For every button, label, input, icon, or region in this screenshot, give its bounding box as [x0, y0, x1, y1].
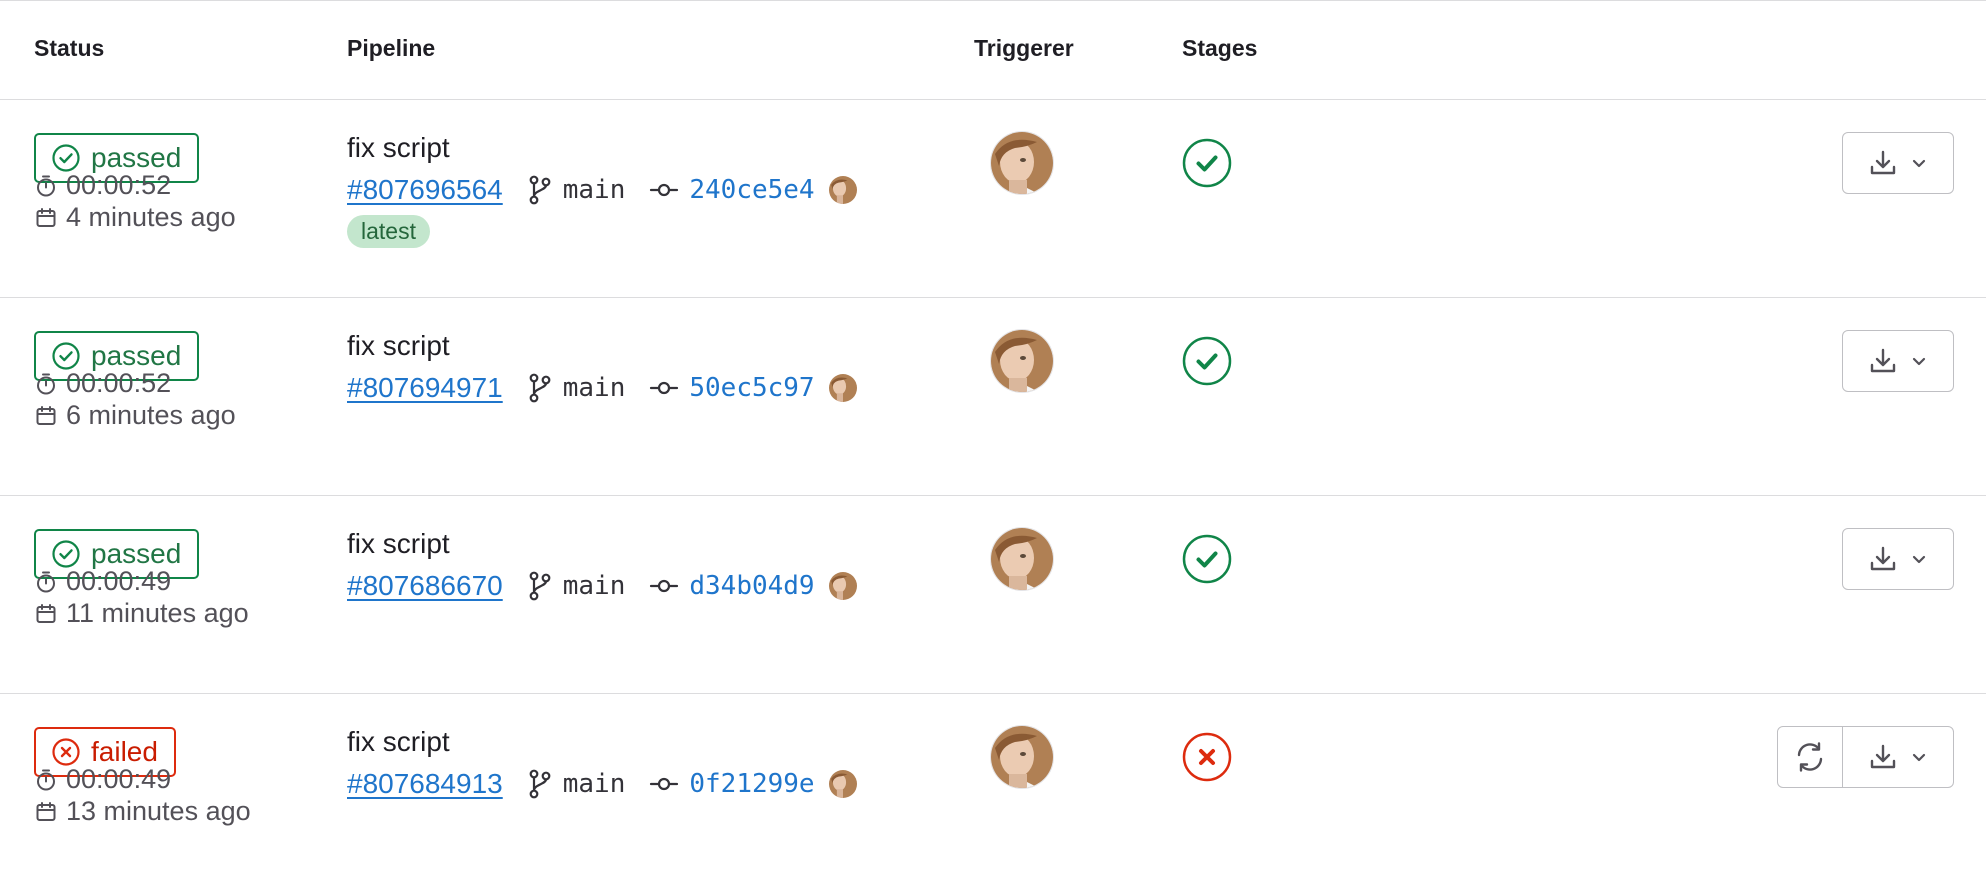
- branch-icon: [529, 175, 551, 205]
- timer-icon: [37, 571, 55, 592]
- pipeline-actions: [1842, 132, 1954, 194]
- pipeline-finished-time: 11 minutes ago: [34, 598, 249, 629]
- pipeline-finished-time: 6 minutes ago: [34, 400, 236, 431]
- commit-title: fix script: [347, 132, 450, 163]
- commit-author-avatar[interactable]: [828, 374, 857, 402]
- commit-sha-link[interactable]: d34b04d9: [689, 571, 814, 601]
- commit-icon: [650, 381, 679, 395]
- pipeline-finished-time: 4 minutes ago: [34, 202, 236, 233]
- check-circle-icon: [52, 144, 80, 172]
- branch-icon: [529, 373, 551, 403]
- pipeline-duration: 00:00:52: [34, 170, 171, 201]
- stage-failed-icon[interactable]: [1182, 732, 1232, 782]
- pipeline-actions: [1777, 726, 1954, 788]
- calendar-icon: [36, 207, 56, 227]
- timer-icon: [37, 175, 55, 196]
- check-circle-icon: [52, 540, 80, 568]
- download-artifacts-button[interactable]: [1843, 133, 1953, 193]
- commit-icon: [650, 579, 679, 593]
- pipeline-refs: #807694971 main 50ec5c97: [347, 368, 857, 408]
- download-artifacts-button[interactable]: [1843, 727, 1953, 787]
- pipeline-row: passed 00:00:49 11 minutes ago fix scrip…: [0, 496, 1986, 694]
- calendar-icon: [36, 603, 56, 623]
- pipelines-table: Status Pipeline Triggerer Stages passed …: [0, 0, 1986, 878]
- commit-author-avatar[interactable]: [828, 572, 857, 600]
- retry-icon: [1797, 742, 1823, 772]
- pipeline-finished-time: 13 minutes ago: [34, 796, 251, 827]
- chevron-down-icon: [1912, 159, 1926, 168]
- pipeline-id-link[interactable]: #807684913: [347, 768, 503, 800]
- timer-icon: [37, 373, 55, 394]
- commit-icon: [650, 183, 679, 197]
- stage-success-icon[interactable]: [1182, 534, 1232, 584]
- stage-success-icon[interactable]: [1182, 138, 1232, 188]
- retry-button[interactable]: [1778, 727, 1843, 787]
- commit-title: fix script: [347, 726, 450, 757]
- close-circle-icon: [52, 738, 80, 766]
- pipeline-refs: #807686670 main d34b04d9: [347, 566, 857, 606]
- pipeline-actions: [1842, 330, 1954, 392]
- branch-icon: [529, 571, 551, 601]
- download-icon: [1870, 348, 1896, 373]
- pipeline-row: passed 00:00:52 4 minutes ago fix script…: [0, 100, 1986, 298]
- triggerer-avatar[interactable]: [990, 329, 1054, 393]
- commit-icon: [650, 777, 679, 791]
- triggerer-avatar[interactable]: [990, 131, 1054, 195]
- commit-sha-link[interactable]: 50ec5c97: [689, 373, 814, 403]
- pipeline-row: passed 00:00:52 6 minutes ago fix script…: [0, 298, 1986, 496]
- branch-link[interactable]: main: [563, 373, 626, 403]
- commit-title: fix script: [347, 528, 450, 559]
- check-circle-icon: [52, 342, 80, 370]
- pipeline-duration: 00:00:52: [34, 368, 171, 399]
- triggerer-avatar[interactable]: [990, 725, 1054, 789]
- calendar-icon: [36, 801, 56, 821]
- download-artifacts-button[interactable]: [1843, 331, 1953, 391]
- triggerer-column-header: Triggerer: [974, 35, 1074, 61]
- commit-sha-link[interactable]: 0f21299e: [689, 769, 814, 799]
- chevron-down-icon: [1912, 357, 1926, 366]
- branch-icon: [529, 769, 551, 799]
- stages-column-header: Stages: [1182, 35, 1258, 61]
- commit-author-avatar[interactable]: [828, 770, 857, 798]
- pipeline-row: failed 00:00:49 13 minutes ago fix scrip…: [0, 694, 1986, 892]
- download-icon: [1870, 744, 1896, 769]
- commit-author-avatar[interactable]: [828, 176, 857, 204]
- pipeline-actions: [1842, 528, 1954, 590]
- pipeline-duration: 00:00:49: [34, 566, 171, 597]
- stage-success-icon[interactable]: [1182, 336, 1232, 386]
- download-icon: [1870, 546, 1896, 571]
- branch-link[interactable]: main: [563, 769, 626, 799]
- calendar-icon: [36, 405, 56, 425]
- timer-icon: [37, 769, 55, 790]
- pipeline-refs: #807696564 main 240ce5e4: [347, 170, 857, 210]
- triggerer-avatar[interactable]: [990, 527, 1054, 591]
- download-artifacts-button[interactable]: [1843, 529, 1953, 589]
- table-header: Status Pipeline Triggerer Stages: [0, 1, 1986, 100]
- download-icon: [1870, 150, 1896, 175]
- pipeline-id-link[interactable]: #807696564: [347, 174, 503, 206]
- chevron-down-icon: [1912, 555, 1926, 564]
- chevron-down-icon: [1912, 753, 1926, 762]
- status-column-header: Status: [34, 35, 105, 61]
- pipeline-column-header: Pipeline: [347, 35, 436, 61]
- pipeline-id-link[interactable]: #807686670: [347, 570, 503, 602]
- latest-tag: latest: [347, 215, 430, 248]
- commit-sha-link[interactable]: 240ce5e4: [689, 175, 814, 205]
- commit-title: fix script: [347, 330, 450, 361]
- branch-link[interactable]: main: [563, 571, 626, 601]
- pipeline-refs: #807684913 main 0f21299e: [347, 764, 857, 804]
- branch-link[interactable]: main: [563, 175, 626, 205]
- pipeline-duration: 00:00:49: [34, 764, 171, 795]
- pipeline-id-link[interactable]: #807694971: [347, 372, 503, 404]
